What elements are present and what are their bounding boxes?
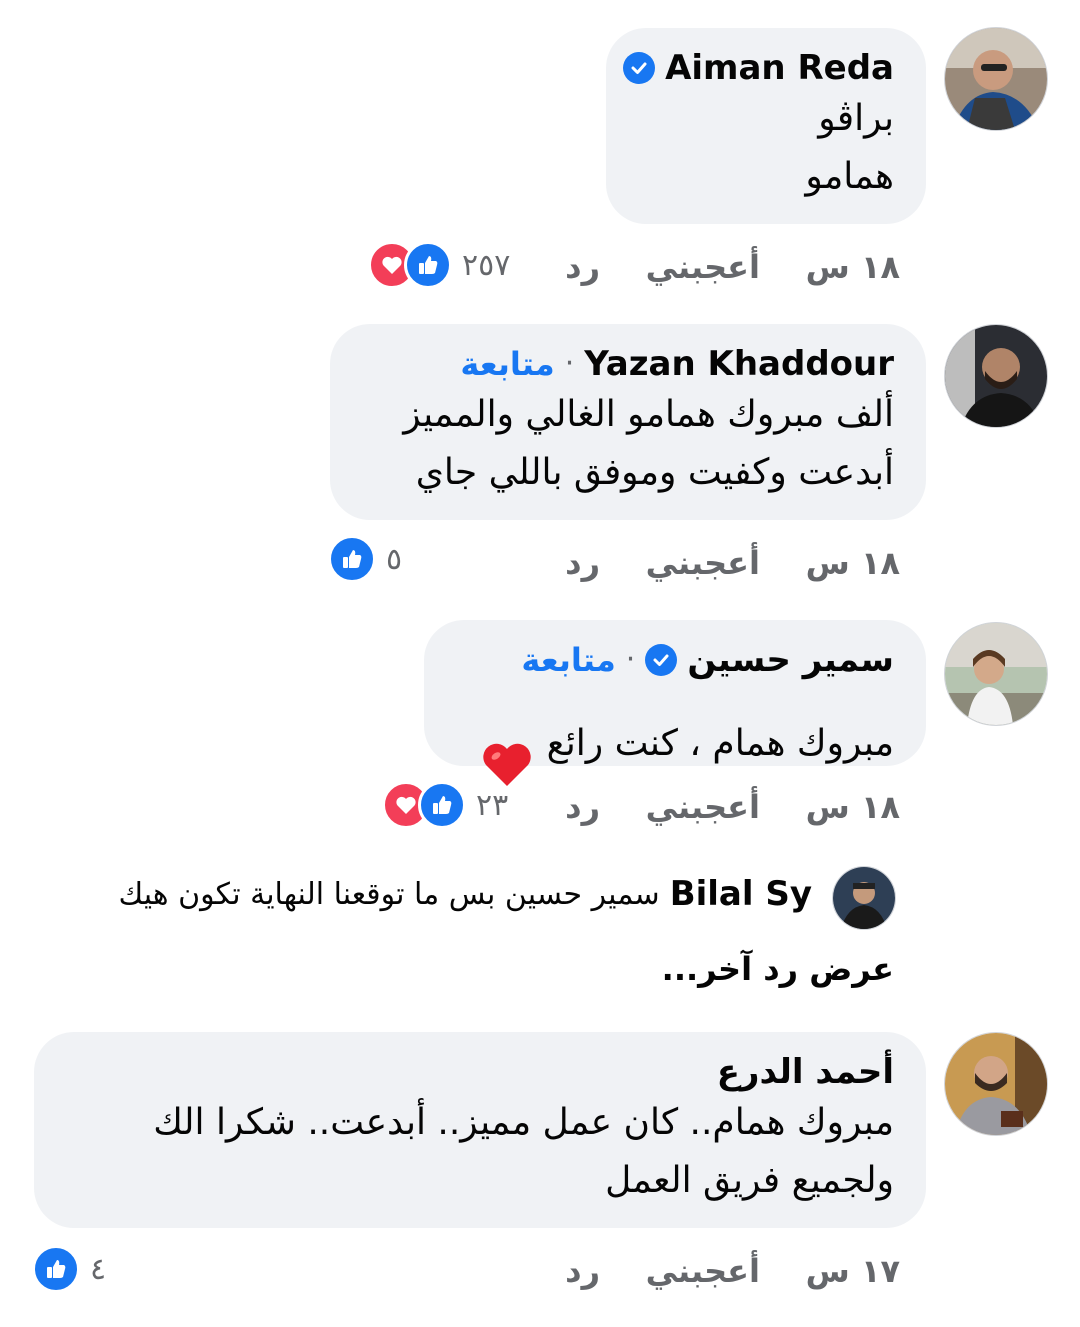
comment-time[interactable]: ١٨ س: [806, 782, 900, 832]
like-button[interactable]: أعجبني: [646, 242, 760, 292]
comment-bubble: سمير حسين · متابعة مبروك همام ، كنت رائع: [424, 620, 926, 786]
commenter-name[interactable]: Aiman Reda: [665, 46, 894, 90]
commenter-name[interactable]: أحمد الدرع: [717, 1050, 894, 1094]
reaction-count: ٢٣: [476, 787, 509, 823]
comment-bubble: Yazan Khaddour · متابعة ألف مبروك همامو …: [330, 324, 926, 520]
comment-text: براڤو همامو: [805, 98, 894, 197]
reaction-icons: [328, 535, 376, 583]
reaction-summary[interactable]: ٢٣: [382, 780, 508, 830]
reply-button[interactable]: رد: [565, 782, 600, 832]
view-more-replies-link[interactable]: عرض رد آخر...: [662, 950, 894, 988]
like-button[interactable]: أعجبني: [646, 782, 760, 832]
reaction-count: ٢٥٧: [462, 247, 511, 283]
comment-bubble: Aiman Reda براڤو همامو: [606, 28, 926, 224]
commenter-name[interactable]: Yazan Khaddour: [584, 342, 894, 386]
avatar-photo-icon: [945, 28, 1047, 130]
reaction-count: ٥: [386, 541, 403, 577]
reaction-icons: [368, 241, 452, 289]
commenter-name[interactable]: سمير حسين: [687, 638, 894, 682]
like-reaction-icon: [418, 781, 466, 829]
avatar-bilal-sy[interactable]: [832, 866, 896, 930]
comment-header: أحمد الدرع: [58, 1050, 894, 1094]
reply-button[interactable]: رد: [565, 242, 600, 292]
comment-header: Yazan Khaddour · متابعة: [354, 342, 894, 386]
comment-actions: ١٨ س أعجبني رد: [540, 538, 900, 588]
reaction-summary[interactable]: ٢٥٧: [368, 240, 510, 290]
avatar-aiman-reda[interactable]: [944, 27, 1048, 131]
follow-button[interactable]: متابعة: [521, 638, 615, 682]
reply-author-name[interactable]: Bilal Sy: [670, 874, 812, 914]
avatar-photo-icon: [945, 623, 1047, 725]
reply-button[interactable]: رد: [565, 538, 600, 588]
verified-badge-icon: [623, 52, 656, 84]
separator-dot: ·: [625, 642, 636, 677]
reaction-icons: [382, 781, 466, 829]
avatar-yazan-khaddour[interactable]: [944, 324, 1048, 428]
like-button[interactable]: أعجبني: [646, 538, 760, 588]
comment-text-content: مبروك همام ، كنت رائع: [546, 723, 894, 764]
avatar-photo-icon: [833, 867, 895, 929]
comment-actions: ١٨ س أعجبني رد: [540, 242, 900, 292]
like-button[interactable]: أعجبني: [646, 1246, 760, 1296]
comment-time[interactable]: ١٧ س: [806, 1246, 900, 1296]
avatar-photo-icon: [945, 1033, 1047, 1135]
reaction-summary[interactable]: ٤: [32, 1244, 106, 1294]
avatar-photo-icon: [945, 325, 1047, 427]
reaction-icons: [32, 1245, 80, 1293]
avatar-samir-hussein[interactable]: [944, 622, 1048, 726]
reply-button[interactable]: رد: [565, 1246, 600, 1296]
comment-text: ألف مبروك همامو الغالي والمميز أبدعت وكف…: [403, 394, 894, 493]
comment-text: مبروك همام.. كان عمل مميز.. أبدعت.. شكرا…: [153, 1102, 894, 1201]
comment-actions: ١٧ س أعجبني رد: [540, 1246, 900, 1296]
reply-preview[interactable]: Bilal Sy سمير حسين بس ما توقعنا النهاية …: [118, 874, 812, 914]
comment-time[interactable]: ١٨ س: [806, 242, 900, 292]
comment-actions: ١٨ س أعجبني رد: [540, 782, 900, 832]
like-reaction-icon: [32, 1245, 80, 1293]
avatar-ahmad-aldaraa[interactable]: [944, 1032, 1048, 1136]
comment-bubble: أحمد الدرع مبروك همام.. كان عمل مميز.. أ…: [34, 1032, 926, 1228]
comment-time[interactable]: ١٨ س: [806, 538, 900, 588]
reply-text: سمير حسين بس ما توقعنا النهاية تكون هيك: [118, 876, 660, 912]
separator-dot: ·: [564, 346, 575, 381]
reaction-count: ٤: [90, 1251, 107, 1287]
comment-header: Aiman Reda: [623, 46, 894, 90]
follow-button[interactable]: متابعة: [460, 342, 554, 386]
verified-badge-icon: [645, 644, 678, 676]
reaction-summary[interactable]: ٥: [328, 534, 402, 584]
like-reaction-icon: [404, 241, 452, 289]
like-reaction-icon: [328, 535, 376, 583]
comment-header: سمير حسين · متابعة: [448, 638, 894, 682]
